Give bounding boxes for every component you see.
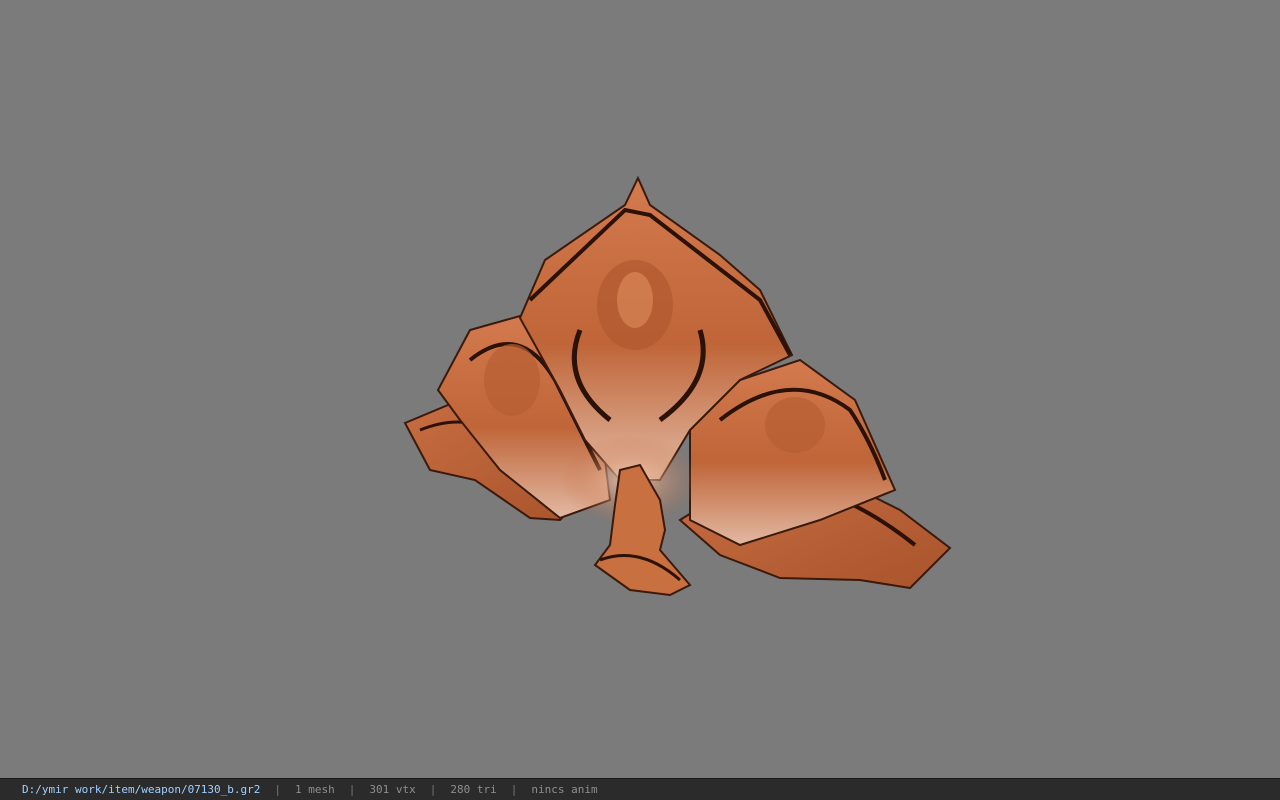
status-separator: | — [348, 783, 356, 796]
animation-status: nincs anim — [531, 783, 598, 796]
status-separator: | — [510, 783, 518, 796]
status-bar: D:/ymir work/item/weapon/07130_b.gr2 | 1… — [0, 778, 1280, 800]
file-path: D:/ymir work/item/weapon/07130_b.gr2 — [22, 783, 261, 796]
status-separator: | — [274, 783, 282, 796]
triangle-count: 280 tri — [450, 783, 497, 796]
item-model-render[interactable] — [0, 0, 1280, 778]
mesh-count: 1 mesh — [295, 783, 335, 796]
vertex-count: 301 vtx — [369, 783, 416, 796]
status-separator: | — [429, 783, 437, 796]
3d-viewport[interactable] — [0, 0, 1280, 778]
